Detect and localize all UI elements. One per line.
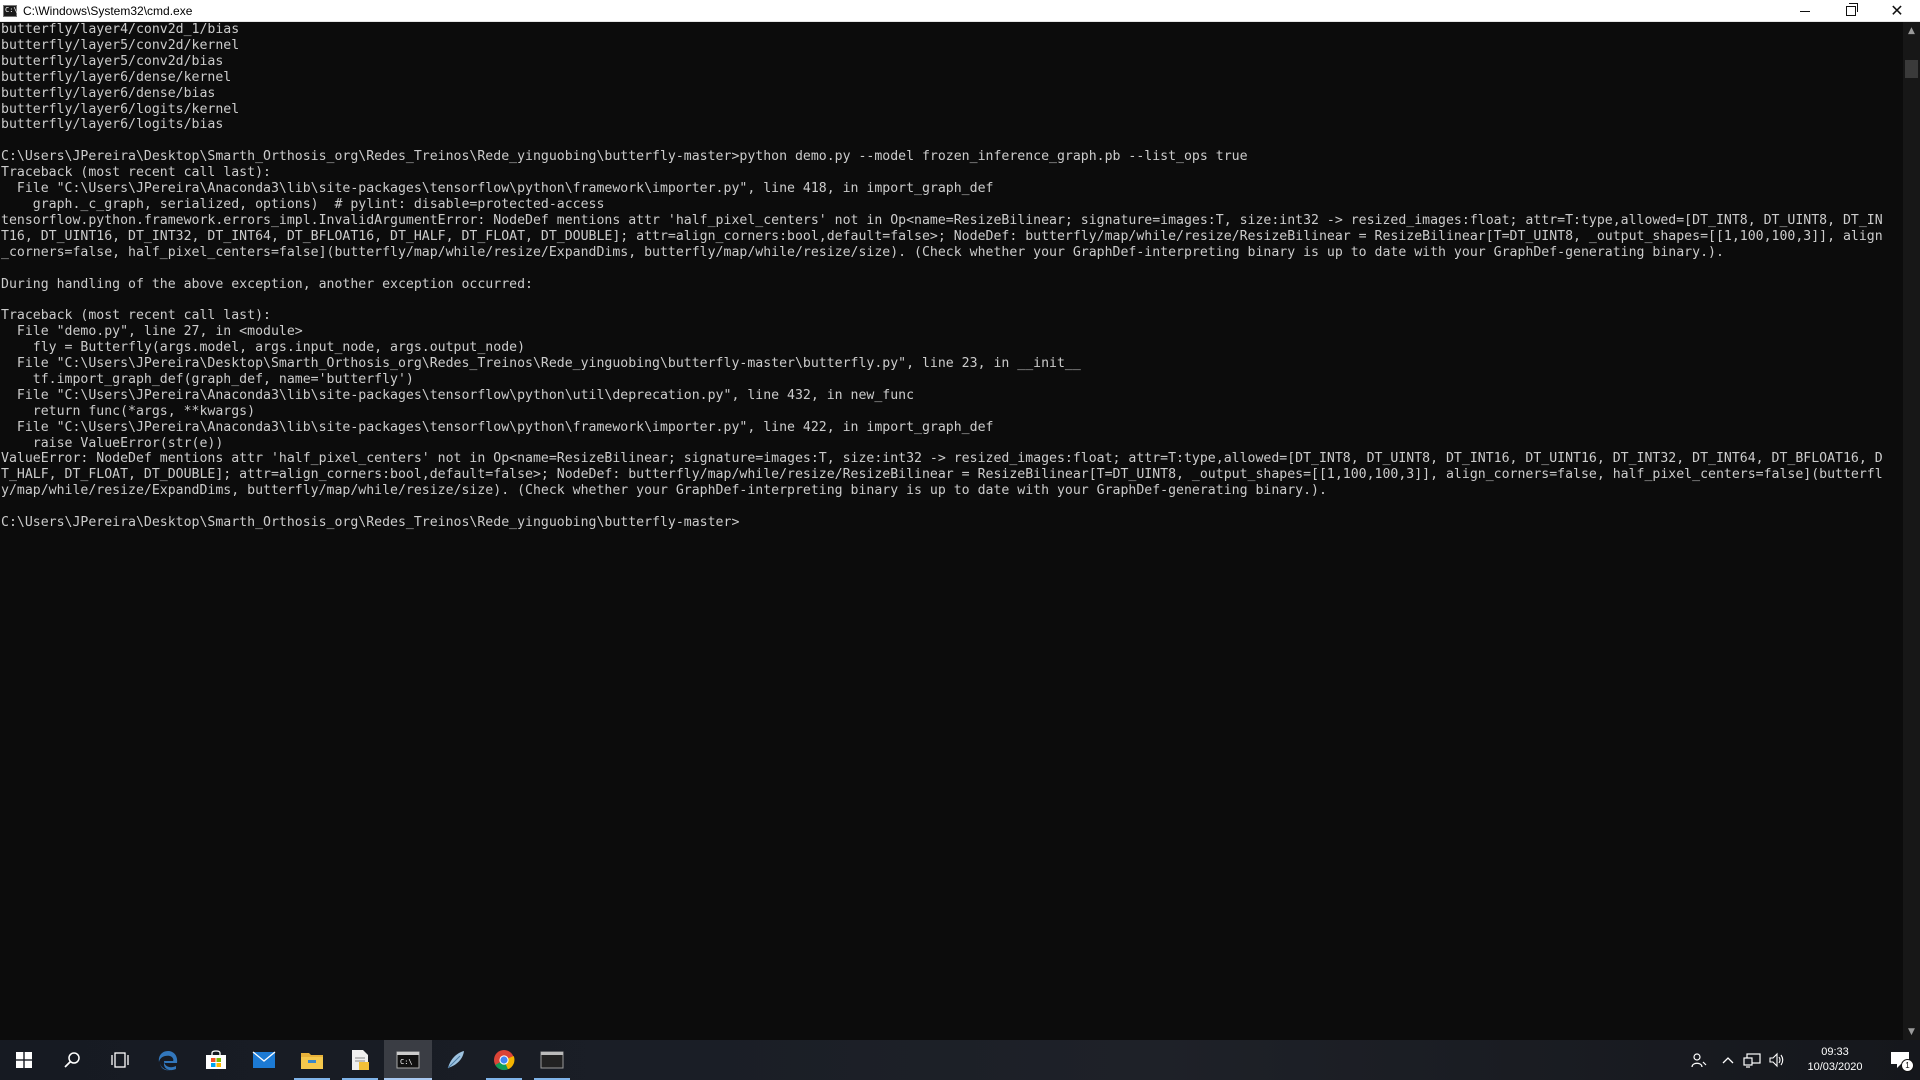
people-button[interactable]	[1682, 1040, 1716, 1080]
console-line: File "C:\Users\JPereira\Desktop\Smarth_O…	[1, 356, 1081, 372]
task-view-button[interactable]	[96, 1040, 144, 1080]
console-line: butterfly/layer6/dense/bias	[1, 85, 216, 101]
close-icon: ✕	[1890, 1, 1904, 20]
console-line: raise ValueError(str(e))	[1, 435, 224, 451]
network-icon	[1743, 1053, 1761, 1068]
console-window-icon	[540, 1051, 564, 1069]
console-line: T16, DT_UINT16, DT_INT32, DT_INT64, DT_B…	[1, 228, 1883, 244]
minimize-icon	[1800, 10, 1810, 12]
show-hidden-icons-button[interactable]	[1716, 1040, 1740, 1080]
console-text: butterfly/layer4/conv2d_1/bias butterfly/…	[0, 22, 1903, 531]
console-line: tf.import_graph_def(graph_def, name='but…	[1, 371, 414, 387]
notification-count-badge: 1	[1901, 1059, 1914, 1072]
clock[interactable]: 09:33 10/03/2020	[1790, 1045, 1880, 1075]
cmd-app-icon: C:\	[3, 4, 18, 17]
taskbar: C:\ 09:33 10/03/2020 1	[0, 1040, 1920, 1080]
console-line: butterfly/layer6/dense/kernel	[1, 69, 232, 85]
close-button[interactable]: ✕	[1874, 0, 1920, 22]
svg-text:C:\: C:\	[400, 1058, 413, 1066]
edge-button[interactable]	[144, 1040, 192, 1080]
console-line: butterfly/layer6/logits/kernel	[1, 101, 240, 117]
windows-logo-icon	[16, 1052, 32, 1068]
chrome-button[interactable]	[480, 1040, 528, 1080]
app-button[interactable]	[432, 1040, 480, 1080]
restore-button[interactable]	[1828, 0, 1874, 22]
console-line: butterfly/layer6/logits/bias	[1, 117, 224, 133]
people-icon	[1691, 1053, 1707, 1068]
clock-time: 09:33	[1821, 1046, 1849, 1058]
minimize-button[interactable]	[1782, 0, 1828, 22]
action-center-button[interactable]: 1	[1880, 1040, 1920, 1080]
console-line: File "demo.py", line 27, in <module>	[1, 324, 303, 340]
console-output[interactable]: butterfly/layer4/conv2d_1/bias butterfly/…	[0, 22, 1903, 1040]
window-titlebar[interactable]: C:\ C:\Windows\System32\cmd.exe ✕	[0, 0, 1920, 22]
console-line: T_HALF, DT_FLOAT, DT_DOUBLE]; attr=align…	[1, 467, 1883, 483]
console-line: C:\Users\JPereira\Desktop\Smarth_Orthosi…	[1, 515, 740, 531]
chrome-icon	[494, 1050, 515, 1071]
console-scrollbar[interactable]: ▲ ▼	[1903, 22, 1920, 1040]
console-line: tensorflow.python.framework.errors_impl.…	[1, 212, 1883, 228]
mail-icon	[252, 1051, 276, 1068]
window-controls: ✕	[1782, 0, 1920, 22]
edge-icon	[158, 1051, 178, 1071]
network-button[interactable]	[1740, 1040, 1764, 1080]
console-line: butterfly/layer5/conv2d/kernel	[1, 37, 240, 53]
notepad-button[interactable]	[336, 1040, 384, 1080]
mail-button[interactable]	[240, 1040, 288, 1080]
console-line: Traceback (most recent call last):	[1, 165, 271, 181]
start-button[interactable]	[0, 1040, 48, 1080]
chevron-up-icon	[1722, 1057, 1734, 1064]
search-icon	[64, 1052, 80, 1068]
console-line: y/map/while/resize/ExpandDims, butterfly…	[1, 483, 1327, 499]
store-icon	[206, 1050, 226, 1069]
volume-icon	[1769, 1052, 1784, 1068]
console-line: ValueError: NodeDef mentions attr 'half_…	[1, 451, 1883, 467]
console-line: File "C:\Users\JPereira\Anaconda3\lib\si…	[1, 419, 994, 435]
store-button[interactable]	[192, 1040, 240, 1080]
console-line: C:\Users\JPereira\Desktop\Smarth_Orthosi…	[1, 149, 1248, 165]
console-line: File "C:\Users\JPereira\Anaconda3\lib\si…	[1, 181, 994, 197]
cmd-button[interactable]: C:\	[384, 1040, 432, 1080]
console-button[interactable]	[528, 1040, 576, 1080]
console-line: butterfly/layer4/conv2d_1/bias	[1, 22, 240, 37]
scroll-thumb[interactable]	[1905, 60, 1918, 78]
console-line: _corners=false, half_pixel_centers=false…	[1, 244, 1724, 260]
volume-button[interactable]	[1764, 1040, 1790, 1080]
restore-icon	[1846, 3, 1858, 16]
console-line: butterfly/layer5/conv2d/bias	[1, 53, 224, 69]
scroll-up-arrow-icon[interactable]: ▲	[1903, 22, 1920, 39]
terminal-icon: C:\	[396, 1051, 420, 1069]
console-line: During handling of the above exception, …	[1, 276, 533, 292]
task-view-icon	[111, 1052, 129, 1068]
console-line: graph._c_graph, serialized, options) # p…	[1, 196, 605, 212]
folder-icon	[301, 1053, 323, 1069]
document-icon	[352, 1050, 369, 1070]
search-button[interactable]	[48, 1040, 96, 1080]
window-title: C:\Windows\System32\cmd.exe	[23, 3, 193, 18]
console-line: File "C:\Users\JPereira\Anaconda3\lib\si…	[1, 387, 915, 403]
file-explorer-button[interactable]	[288, 1040, 336, 1080]
clock-date: 10/03/2020	[1807, 1061, 1863, 1073]
feather-icon	[447, 1051, 464, 1069]
console-line: return func(*args, **kwargs)	[1, 403, 256, 419]
system-tray: 09:33 10/03/2020 1	[1682, 1040, 1920, 1080]
console-line: Traceback (most recent call last):	[1, 308, 271, 324]
console-line: fly = Butterfly(args.model, args.input_n…	[1, 340, 526, 356]
scroll-down-arrow-icon[interactable]: ▼	[1903, 1023, 1920, 1040]
